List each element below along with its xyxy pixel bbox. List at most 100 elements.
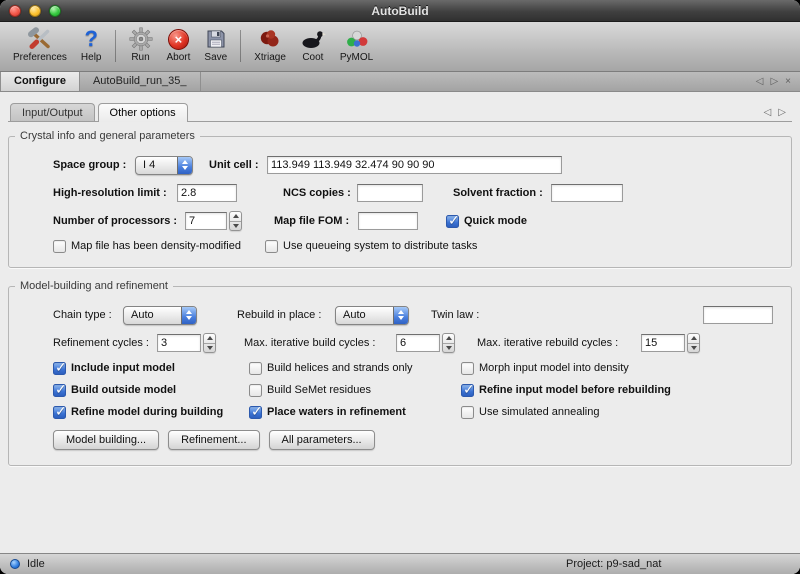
- group-crystal-info: Crystal info and general parameters Spac…: [8, 136, 792, 268]
- map-file-fom-input[interactable]: [358, 212, 418, 230]
- toolbar-button-help[interactable]: ? Help: [74, 24, 109, 70]
- toolbar-button-preferences[interactable]: Preferences: [6, 24, 74, 70]
- group-title: Model-building and refinement: [15, 280, 173, 292]
- checkbox-refine-during-building[interactable]: [53, 406, 66, 419]
- toolbar-label: PyMOL: [340, 52, 373, 63]
- checkbox-simulated-annealing[interactable]: [461, 406, 474, 419]
- toolbar-label: Preferences: [13, 52, 67, 63]
- queueing-label: Use queueing system to distribute tasks: [283, 240, 477, 252]
- queueing-checkbox[interactable]: [265, 240, 278, 253]
- content-spacer: [8, 466, 792, 553]
- checkbox-place-waters[interactable]: [249, 406, 262, 419]
- chain-type-select[interactable]: Auto: [123, 306, 197, 325]
- model-building-button[interactable]: Model building...: [53, 430, 159, 450]
- unit-cell-label: Unit cell :: [209, 159, 267, 171]
- tab-other-options[interactable]: Other options: [98, 103, 188, 122]
- page-nav-forward-icon[interactable]: ▷: [778, 107, 786, 118]
- solvent-fraction-input[interactable]: [551, 184, 623, 202]
- all-parameters-button[interactable]: All parameters...: [269, 430, 375, 450]
- group-model-building: Model-building and refinement Chain type…: [8, 286, 792, 466]
- space-group-label: Space group :: [53, 159, 135, 171]
- tab-close-icon[interactable]: ×: [785, 73, 791, 91]
- tab-input-output[interactable]: Input/Output: [10, 103, 95, 121]
- checkbox-label: Morph input model into density: [479, 362, 629, 374]
- high-resolution-limit-label: High-resolution limit :: [53, 187, 177, 199]
- map-file-fom-label: Map file FOM :: [274, 215, 358, 227]
- model-buttons-row: Model building... Refinement... All para…: [19, 425, 781, 455]
- close-button[interactable]: [9, 5, 21, 17]
- toolbar-label: Run: [131, 52, 149, 63]
- checkbox-morph-input-model[interactable]: [461, 362, 474, 375]
- model-checkbox-row-2: Build outside model Build SeMet residues…: [19, 379, 781, 401]
- chevron-updown-icon: [181, 307, 196, 324]
- refinement-cycles-input[interactable]: [157, 334, 201, 352]
- titlebar[interactable]: AutoBuild: [0, 0, 800, 22]
- toolbar-label: Save: [204, 52, 227, 63]
- ncs-copies-input[interactable]: [357, 184, 423, 202]
- page-nav-back-icon[interactable]: ◁: [764, 107, 772, 118]
- project-label: Project: p9-sad_nat: [566, 558, 661, 570]
- toolbar-button-pymol[interactable]: PyMOL: [333, 24, 380, 70]
- toolbar-label: Coot: [302, 52, 323, 63]
- toolbar-button-save[interactable]: Save: [197, 24, 234, 70]
- high-resolution-limit-input[interactable]: [177, 184, 237, 202]
- max-build-cycles-input[interactable]: [396, 334, 440, 352]
- page-tab-nav: ◁ ▷: [760, 107, 790, 121]
- toolbar-label: Xtriage: [254, 52, 286, 63]
- toolbar-separator: [115, 30, 116, 62]
- max-rebuild-cycles-stepper[interactable]: [687, 333, 700, 353]
- chevron-updown-icon: [393, 307, 408, 324]
- toolbar-separator: [240, 30, 241, 62]
- page-tab-strip: Input/Output Other options ◁ ▷: [8, 98, 792, 122]
- crystal-row-space-group: Space group : I 4 Unit cell :: [19, 151, 781, 179]
- model-checkbox-row-1: Include input model Build helices and st…: [19, 357, 781, 379]
- max-rebuild-cycles-label: Max. iterative rebuild cycles :: [477, 337, 641, 349]
- max-build-cycles-stepper[interactable]: [442, 333, 455, 353]
- number-of-processors-label: Number of processors :: [53, 215, 185, 227]
- checkbox-label: Refine input model before rebuilding: [479, 384, 671, 396]
- checkbox-build-semet[interactable]: [249, 384, 262, 397]
- status-indicator-icon: [10, 559, 20, 569]
- density-modified-label: Map file has been density-modified: [71, 240, 249, 252]
- processors-stepper[interactable]: [229, 211, 242, 231]
- chain-type-value: Auto: [124, 307, 181, 324]
- space-group-select[interactable]: I 4: [135, 156, 193, 175]
- max-rebuild-cycles-input[interactable]: [641, 334, 685, 352]
- unit-cell-input[interactable]: [267, 156, 562, 174]
- checkbox-label: Refine model during building: [71, 406, 223, 418]
- checkbox-build-helices-strands[interactable]: [249, 362, 262, 375]
- checkbox-label: Build SeMet residues: [267, 384, 371, 396]
- toolbar-button-coot[interactable]: Coot: [293, 24, 333, 70]
- checkbox-include-input-model[interactable]: [53, 362, 66, 375]
- minimize-button[interactable]: [29, 5, 41, 17]
- preferences-icon: [27, 26, 53, 52]
- app-window: AutoBuild Preferences ? Help: [0, 0, 800, 574]
- tab-nav-back-icon[interactable]: ◁: [756, 73, 764, 91]
- save-icon: [205, 26, 227, 52]
- checkbox-label: Build outside model: [71, 384, 176, 396]
- twin-law-input[interactable]: [703, 306, 773, 324]
- density-modified-checkbox[interactable]: [53, 240, 66, 253]
- quick-mode-checkbox[interactable]: [446, 215, 459, 228]
- checkbox-refine-input-before-rebuild[interactable]: [461, 384, 474, 397]
- checkbox-label: Include input model: [71, 362, 175, 374]
- status-text: Idle: [27, 558, 45, 570]
- checkbox-build-outside-model[interactable]: [53, 384, 66, 397]
- toolbar: Preferences ? Help: [0, 22, 800, 72]
- quick-mode-label: Quick mode: [464, 215, 527, 227]
- toolbar-label: Abort: [167, 52, 191, 63]
- toolbar-button-xtriage[interactable]: Xtriage: [247, 24, 293, 70]
- rebuild-in-place-select[interactable]: Auto: [335, 306, 409, 325]
- toolbar-button-run[interactable]: Run: [122, 24, 160, 70]
- tab-autobuild-run-35[interactable]: AutoBuild_run_35_: [80, 72, 201, 91]
- toolbar-button-abort[interactable]: × Abort: [160, 24, 198, 70]
- refinement-cycles-stepper[interactable]: [203, 333, 216, 353]
- run-gear-icon: [129, 26, 153, 52]
- refinement-button[interactable]: Refinement...: [168, 430, 259, 450]
- number-of-processors-input[interactable]: [185, 212, 227, 230]
- model-row-cycles: Refinement cycles : Max. iterative build…: [19, 329, 781, 357]
- tab-configure[interactable]: Configure: [0, 72, 80, 91]
- zoom-button[interactable]: [49, 5, 61, 17]
- solvent-fraction-label: Solvent fraction :: [453, 187, 551, 199]
- tab-nav-forward-icon[interactable]: ▷: [770, 73, 778, 91]
